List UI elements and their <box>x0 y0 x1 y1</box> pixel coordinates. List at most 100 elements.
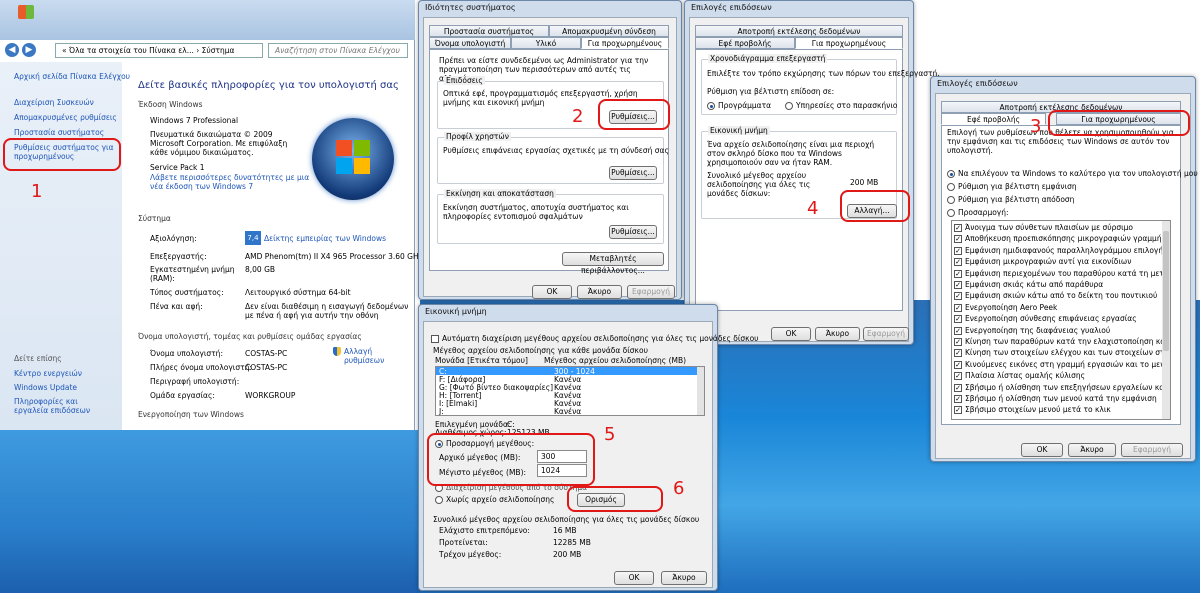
fullname-label: Πλήρες όνομα υπολογιστή: <box>150 363 252 372</box>
step-number-4: 4 <box>807 198 819 219</box>
tab-computer-name[interactable]: Όνομα υπολογιστή <box>429 37 511 49</box>
ram-value: 8,00 GB <box>245 265 276 274</box>
no-paging-radio[interactable]: Χωρίς αρχείο σελιδοποίησης <box>435 495 554 504</box>
effect-checkbox[interactable]: ✓ Εμφάνιση μικρογραφιών αντί για εικονίδι… <box>954 257 1131 267</box>
total-label: Συνολικό μέγεθος αρχείου σελιδοποίησης γ… <box>707 171 811 198</box>
side-windows-update[interactable]: Windows Update <box>14 383 77 392</box>
auto-manage-checkbox[interactable]: Αυτόματη διαχείριση μεγέθους αρχείου σελ… <box>431 334 759 343</box>
list-item[interactable]: H: [Torrent] Κανένα <box>436 391 698 400</box>
ram-label: Εγκατεστημένη μνήμη (RAM): <box>150 265 235 283</box>
highlight-change-button <box>840 190 910 222</box>
side-action-center[interactable]: Κέντρο ενεργειών <box>14 369 82 378</box>
effect-checkbox[interactable]: ✓ Πλαίσια λίστας ομαλής κύλισης <box>954 371 1085 381</box>
side-protection[interactable]: Προστασία συστήματος <box>14 128 104 137</box>
cancel-button[interactable]: Άκυρο <box>661 571 707 585</box>
effect-checkbox[interactable]: ✓ Σβήσιμο στοιχείων μενού μετά το κλικ <box>954 405 1111 415</box>
tab-remote[interactable]: Απομακρυσμένη σύνδεση <box>549 25 669 37</box>
effect-checkbox[interactable]: ✓ Ενεργοποίηση Aero Peek <box>954 303 1057 312</box>
step-number-2: 2 <box>572 106 584 127</box>
cancel-button[interactable]: Άκυρο <box>815 327 860 341</box>
list-item[interactable]: F: [Διάφορα] Κανένα <box>436 375 698 384</box>
effect-checkbox[interactable]: ✓ Σβήσιμο ή ολίσθηση των μενού κατά την ε… <box>954 394 1157 403</box>
list-item[interactable]: G: [Φωτό βίντεο διακοψαρίες] Κανένα <box>436 383 698 392</box>
ok-button[interactable]: OK <box>771 327 811 341</box>
apply-button[interactable]: Εφαρμογή <box>863 327 909 341</box>
change-settings-link[interactable]: Αλλαγή ρυθμίσεων <box>344 347 399 365</box>
list-item[interactable]: J: Κανένα <box>436 407 698 415</box>
startup-settings-button[interactable]: Ρυθμίσεις... <box>609 225 657 239</box>
drive-list[interactable]: C: 300 - 1024 F: [Διάφορα] Κανένα G: [Φωτό… <box>435 366 705 416</box>
effect-checkbox[interactable]: ✓ Κινούμενες εικόνες στη γραμμή εργασιών … <box>954 360 1170 369</box>
side-device-manager[interactable]: Διαχείριση Συσκευών <box>14 98 94 107</box>
effect-checkbox[interactable]: ✓ Εμφάνιση σκιών κάτω από το δείκτη του π… <box>954 291 1157 301</box>
profiles-settings-button[interactable]: Ρυθμίσεις... <box>609 166 657 180</box>
effect-checkbox[interactable]: ✓ Κίνηση των στοιχείων ελέγχου και των στ… <box>954 348 1170 358</box>
highlight-custom-size <box>427 433 595 486</box>
name-heading: Όνομα υπολογιστή, τομέας και ρυθμίσεις ο… <box>138 332 362 341</box>
scrollbar[interactable] <box>1162 221 1170 419</box>
effects-list[interactable]: ✓ Άνοιγμα των σύνθετων πλαισίων με σύρσιμ… <box>951 220 1171 420</box>
fullname-value: COSTAS-PC <box>245 363 288 372</box>
forward-button[interactable]: ▶ <box>22 43 36 57</box>
apply-button[interactable]: Εφαρμογή <box>1121 443 1183 457</box>
side-remote[interactable]: Απομακρυσμένες ρυθμίσεις <box>14 113 117 122</box>
list-item[interactable]: I: [Elmaki] Κανένα <box>436 399 698 408</box>
processor-label: Επεξεργαστής: <box>150 252 207 261</box>
side-perf-info[interactable]: Πληροφορίες και εργαλεία επιδόσεων <box>14 397 114 415</box>
cancel-button[interactable]: Άκυρο <box>577 285 622 299</box>
address-bar[interactable]: « Όλα τα στοιχεία του Πίνακα ελ... › Σύσ… <box>55 43 263 58</box>
systype-label: Τύπος συστήματος: <box>150 288 224 297</box>
env-variables-button[interactable]: Μεταβλητές περιβάλλοντος... <box>562 252 664 275</box>
windows-logo <box>312 118 394 200</box>
system-window: ◀ ▶ « Όλα τα στοιχεία του Πίνακα ελ... ›… <box>0 0 423 430</box>
effect-checkbox[interactable]: ✓ Ενεργοποίηση της διαφάνειας γυαλιού <box>954 326 1110 335</box>
wei-badge[interactable]: 7,4 <box>245 231 261 245</box>
apply-button[interactable]: Εφαρμογή <box>627 285 675 299</box>
list-item[interactable]: C: 300 - 1024 <box>436 367 698 376</box>
tab-protection[interactable]: Προστασία συστήματος <box>429 25 549 37</box>
ok-button[interactable]: OK <box>614 571 654 585</box>
radio-best-appearance[interactable]: Ρύθμιση για βέλτιστη εμφάνιση <box>947 182 1077 191</box>
effect-checkbox[interactable]: ✓ Ενεργοποίηση σύνθεσης επιφάνειας εργασί… <box>954 314 1137 324</box>
ok-button[interactable]: OK <box>532 285 572 299</box>
see-also-label: Δείτε επίσης <box>14 354 62 363</box>
effect-checkbox[interactable]: ✓ Εμφάνιση σκιάς κάτω από παράθυρα <box>954 280 1103 289</box>
dialog-title: Επιλογές επιδόσεων <box>691 3 772 12</box>
min-label: Ελάχιστο επιτρεπόμενο: <box>439 526 530 535</box>
cp-home-link[interactable]: Αρχική σελίδα Πίνακα Ελέγχου <box>14 72 130 81</box>
effect-checkbox[interactable]: ✓ Αποθήκευση προεπισκόπησης μικρογραφιών … <box>954 234 1170 244</box>
highlight-settings-button <box>598 99 670 130</box>
effect-checkbox[interactable]: ✓ Σβήσιμο ή ολίσθηση των επεξηγήσεων εργα… <box>954 383 1170 392</box>
tab-dep[interactable]: Αποτροπή εκτέλεσης δεδομένων <box>695 25 903 37</box>
rating-label: Αξιολόγηση: <box>150 234 197 243</box>
search-input[interactable]: Αναζήτηση στον Πίνακα Ελέγχου <box>268 43 408 58</box>
back-button[interactable]: ◀ <box>5 43 19 57</box>
programs-radio[interactable]: Προγράμματα <box>707 101 771 110</box>
radio-let-windows[interactable]: Να επιλέγουν τα Windows το καλύτερο για … <box>947 169 1198 178</box>
system-properties-dialog: Ιδιότητες συστήματος Προστασία συστήματο… <box>418 0 682 300</box>
effect-checkbox[interactable]: ✓ Εμφάνιση ημιδιαφανούς παραλληλογράμμου … <box>954 246 1168 255</box>
wei-link[interactable]: Δείκτης εμπειρίας των Windows <box>264 234 386 243</box>
scrollbar[interactable] <box>697 367 704 415</box>
edition-value: Windows 7 Professional <box>150 116 239 125</box>
recommended-label: Προτείνεται: <box>439 538 488 547</box>
effect-checkbox[interactable]: ✓ Άνοιγμα των σύνθετων πλαισίων με σύρσιμ… <box>954 223 1133 232</box>
tab-advanced[interactable]: Για προχωρημένους <box>581 37 669 49</box>
radio-best-performance[interactable]: Ρύθμιση για βέλτιστη απόδοση <box>947 195 1074 204</box>
services-radio[interactable]: Υπηρεσίες στο παρασκήνιο <box>785 101 897 110</box>
tab-visual[interactable]: Εφέ προβολής <box>695 37 795 49</box>
cancel-button[interactable]: Άκυρο <box>1068 443 1116 457</box>
tab-hardware[interactable]: Υλικό <box>511 37 581 49</box>
effect-checkbox[interactable]: ✓ Κίνηση των παραθύρων κατά την ελαχιστοπ… <box>954 337 1170 346</box>
dialog-title: Ιδιότητες συστήματος <box>425 3 516 12</box>
current-label: Τρέχον μέγεθος: <box>439 550 502 559</box>
recommended-value: 12285 MB <box>553 538 591 547</box>
radio-custom[interactable]: Προσαρμογή: <box>947 208 1009 217</box>
upgrade-link[interactable]: Λάβετε περισσότερες δυνατότητες με μια ν… <box>150 173 315 191</box>
highlight-set-button <box>567 486 663 512</box>
tab-advanced[interactable]: Για προχωρημένους <box>795 37 903 49</box>
pen-value: Δεν είναι διαθέσιμη η εισαγωγή δεδομένων… <box>245 302 409 320</box>
effect-checkbox[interactable]: ✓ Εμφάνιση περιεχομένων του παραθύρου κατ… <box>954 269 1170 278</box>
ok-button[interactable]: OK <box>1021 443 1063 457</box>
service-pack: Service Pack 1 <box>150 163 205 172</box>
